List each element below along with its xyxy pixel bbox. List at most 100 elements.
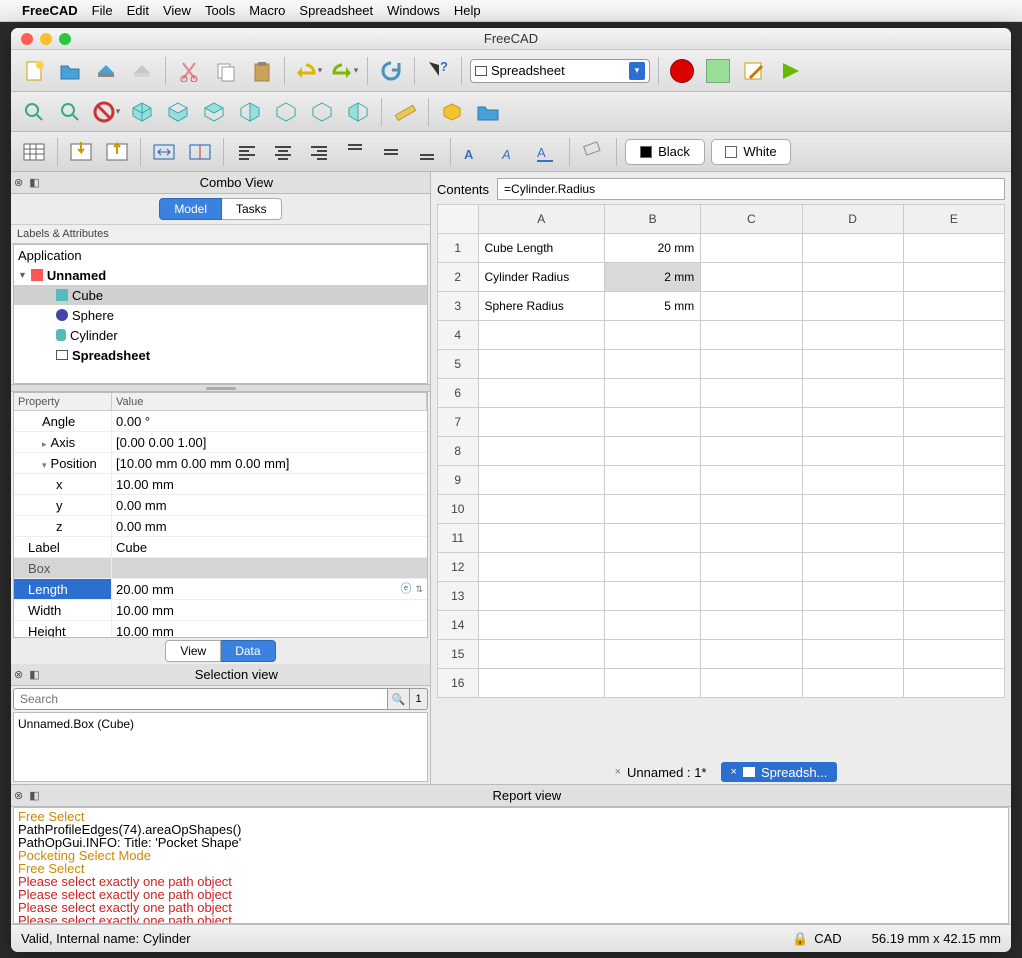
measure-icon[interactable]: [390, 97, 420, 127]
refresh-icon[interactable]: [376, 56, 406, 86]
tab-tasks[interactable]: Tasks: [222, 198, 282, 220]
cell[interactable]: [802, 350, 903, 379]
detach-selview-icon[interactable]: ◧: [26, 668, 42, 681]
cell[interactable]: [605, 408, 701, 437]
prop-angle[interactable]: Angle: [14, 411, 112, 431]
spreadsheet-grid[interactable]: A B C D E 1 Cube Length 20 mm 2 Cylinder…: [437, 204, 1005, 698]
cell[interactable]: [605, 669, 701, 698]
prop-height-value[interactable]: 10.00 mm: [112, 621, 427, 638]
cell[interactable]: [605, 640, 701, 669]
new-sheet-icon[interactable]: [19, 137, 49, 167]
import-sheet-icon[interactable]: [66, 137, 96, 167]
cell[interactable]: [802, 263, 903, 292]
stepper-icon[interactable]: ⇅: [415, 579, 423, 600]
row-header[interactable]: 6: [438, 379, 479, 408]
search-input[interactable]: [13, 688, 388, 710]
cell-contents-input[interactable]: [497, 178, 1005, 200]
cell[interactable]: [802, 582, 903, 611]
prop-angle-value[interactable]: 0.00 °: [112, 411, 427, 431]
new-file-icon[interactable]: [19, 56, 49, 86]
prop-z[interactable]: z: [14, 516, 112, 536]
open-file-icon[interactable]: [55, 56, 85, 86]
row-header[interactable]: 1: [438, 234, 479, 263]
cell[interactable]: [903, 669, 1004, 698]
prop-length-value[interactable]: 20.00 mmⓔ⇅: [112, 579, 427, 599]
menu-windows[interactable]: Windows: [387, 3, 440, 18]
cell[interactable]: 2 mm: [605, 263, 701, 292]
cell[interactable]: [605, 524, 701, 553]
cell[interactable]: [903, 611, 1004, 640]
cell[interactable]: [605, 495, 701, 524]
cell[interactable]: [903, 321, 1004, 350]
col-b[interactable]: B: [605, 205, 701, 234]
macro-run-icon[interactable]: [775, 56, 805, 86]
view-left-icon[interactable]: [343, 97, 373, 127]
prop-height[interactable]: Height: [14, 621, 112, 638]
cell[interactable]: [802, 408, 903, 437]
row-header[interactable]: 3: [438, 292, 479, 321]
menu-edit[interactable]: Edit: [127, 3, 149, 18]
cut-icon[interactable]: [174, 56, 204, 86]
cell[interactable]: [802, 379, 903, 408]
cell[interactable]: [605, 582, 701, 611]
col-c[interactable]: C: [701, 205, 802, 234]
export-sheet-icon[interactable]: [102, 137, 132, 167]
cell[interactable]: [478, 466, 605, 495]
paste-icon[interactable]: [246, 56, 276, 86]
tree-document[interactable]: ▼Unnamed: [14, 265, 427, 285]
cell[interactable]: [903, 437, 1004, 466]
col-e[interactable]: E: [903, 205, 1004, 234]
cell[interactable]: [802, 466, 903, 495]
menu-view[interactable]: View: [163, 3, 191, 18]
lock-icon[interactable]: 🔒: [792, 931, 808, 947]
prop-x-value[interactable]: 10.00 mm: [112, 474, 427, 494]
part-icon[interactable]: [437, 97, 467, 127]
row-header[interactable]: 4: [438, 321, 479, 350]
view-right-icon[interactable]: [235, 97, 265, 127]
tree-item-cube[interactable]: Cube: [14, 285, 427, 305]
prop-x[interactable]: x: [14, 474, 112, 494]
cell[interactable]: [701, 437, 802, 466]
cell[interactable]: [903, 495, 1004, 524]
align-right-icon[interactable]: [304, 137, 334, 167]
prop-z-value[interactable]: 0.00 mm: [112, 516, 427, 536]
cell[interactable]: [478, 408, 605, 437]
cell[interactable]: [701, 553, 802, 582]
cell[interactable]: [903, 553, 1004, 582]
app-name[interactable]: FreeCAD: [22, 3, 78, 18]
prop-width-value[interactable]: 10.00 mm: [112, 600, 427, 620]
prop-position[interactable]: ▾Position: [14, 453, 112, 473]
cell[interactable]: [605, 553, 701, 582]
row-header[interactable]: 14: [438, 611, 479, 640]
menu-macro[interactable]: Macro: [249, 3, 285, 18]
col-d[interactable]: D: [802, 205, 903, 234]
save-icon[interactable]: [91, 56, 121, 86]
row-header[interactable]: 12: [438, 553, 479, 582]
close-report-icon[interactable]: ⊗: [11, 789, 26, 802]
cell[interactable]: [478, 321, 605, 350]
prop-axis-value[interactable]: [0.00 0.00 1.00]: [112, 432, 427, 452]
view-bottom-icon[interactable]: [307, 97, 337, 127]
cell[interactable]: [903, 234, 1004, 263]
prop-y[interactable]: y: [14, 495, 112, 515]
minimize-button[interactable]: [40, 33, 52, 45]
row-header[interactable]: 16: [438, 669, 479, 698]
zoom-button[interactable]: [59, 33, 71, 45]
align-bottom-icon[interactable]: [412, 137, 442, 167]
copy-icon[interactable]: [210, 56, 240, 86]
zoom-fit-icon[interactable]: [19, 97, 49, 127]
cell[interactable]: [903, 263, 1004, 292]
menu-help[interactable]: Help: [454, 3, 481, 18]
row-header[interactable]: 11: [438, 524, 479, 553]
cell[interactable]: [701, 350, 802, 379]
cell[interactable]: [701, 379, 802, 408]
undo-icon[interactable]: ▾: [293, 56, 323, 86]
prop-axis[interactable]: ▸Axis: [14, 432, 112, 452]
prop-position-value[interactable]: [10.00 mm 0.00 mm 0.00 mm]: [112, 453, 427, 473]
cell[interactable]: [802, 234, 903, 263]
cell[interactable]: [701, 263, 802, 292]
cell[interactable]: [478, 524, 605, 553]
style-underline-icon[interactable]: A: [531, 137, 561, 167]
search-icon[interactable]: 🔍: [388, 688, 410, 710]
model-tree[interactable]: Application ▼Unnamed Cube Sphere Cylinde…: [13, 244, 428, 384]
